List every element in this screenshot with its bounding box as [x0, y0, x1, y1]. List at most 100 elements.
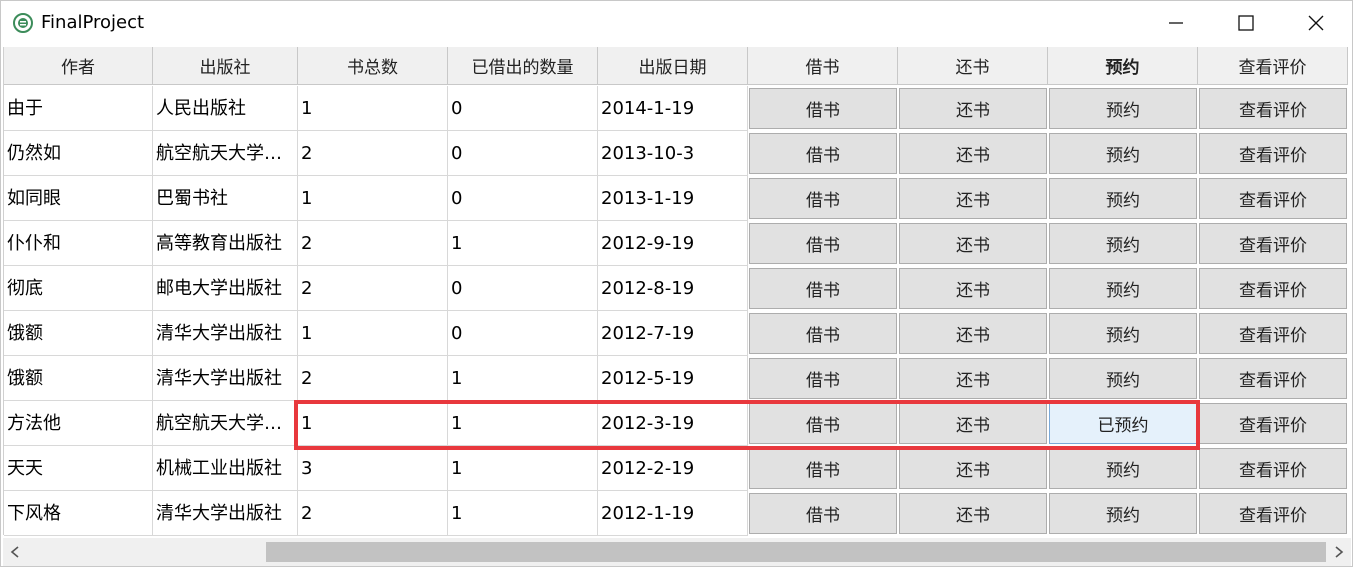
table-row[interactable]: 天天 机械工业出版社 3 1 2012-2-19 借书 还书 预约 查看评价 — [4, 446, 1352, 491]
date-cell[interactable]: 2012-1-19 — [598, 491, 748, 536]
borrow-button[interactable]: 借书 — [749, 178, 897, 219]
total-cell[interactable]: 1 — [298, 311, 448, 356]
date-cell[interactable]: 2012-5-19 — [598, 356, 748, 401]
reserve-button[interactable]: 预约 — [1049, 358, 1197, 399]
column-header-total[interactable]: 书总数 — [298, 47, 448, 85]
publisher-cell[interactable]: 巴蜀书社 — [153, 176, 298, 221]
borrow-button[interactable]: 借书 — [749, 493, 897, 534]
view-review-button[interactable]: 查看评价 — [1199, 178, 1347, 219]
scroll-left-button[interactable] — [3, 538, 27, 566]
view-review-button[interactable]: 查看评价 — [1199, 268, 1347, 309]
table-row[interactable]: 彻底 邮电大学出版社 2 0 2012-8-19 借书 还书 预约 查看评价 — [4, 266, 1352, 311]
total-cell[interactable]: 2 — [298, 491, 448, 536]
minimize-button[interactable] — [1141, 1, 1211, 45]
borrowed-cell[interactable]: 0 — [448, 131, 598, 176]
reserve-button[interactable]: 预约 — [1049, 493, 1197, 534]
author-cell[interactable]: 方法他 — [4, 401, 153, 446]
total-cell[interactable]: 1 — [298, 401, 448, 446]
total-cell[interactable]: 2 — [298, 266, 448, 311]
total-cell[interactable]: 2 — [298, 131, 448, 176]
date-cell[interactable]: 2012-8-19 — [598, 266, 748, 311]
author-cell[interactable]: 天天 — [4, 446, 153, 491]
table-row[interactable]: 饿额 清华大学出版社 1 0 2012-7-19 借书 还书 预约 查看评价 — [4, 311, 1352, 356]
view-review-button[interactable]: 查看评价 — [1199, 358, 1347, 399]
column-header-return[interactable]: 还书 — [898, 47, 1048, 85]
total-cell[interactable]: 1 — [298, 176, 448, 221]
author-cell[interactable]: 如同眼 — [4, 176, 153, 221]
publisher-cell[interactable]: 航空航天大学… — [153, 131, 298, 176]
return-button[interactable]: 还书 — [899, 493, 1047, 534]
date-cell[interactable]: 2012-3-19 — [598, 401, 748, 446]
close-button[interactable] — [1281, 1, 1351, 45]
reserve-button[interactable]: 预约 — [1049, 448, 1197, 489]
table-row[interactable]: 仍然如 航空航天大学… 2 0 2013-10-3 借书 还书 预约 查看评价 — [4, 131, 1352, 176]
view-review-button[interactable]: 查看评价 — [1199, 448, 1347, 489]
publisher-cell[interactable]: 清华大学出版社 — [153, 491, 298, 536]
maximize-button[interactable] — [1211, 1, 1281, 45]
horizontal-scrollbar[interactable] — [3, 538, 1351, 566]
borrow-button[interactable]: 借书 — [749, 313, 897, 354]
publisher-cell[interactable]: 清华大学出版社 — [153, 356, 298, 401]
scroll-right-button[interactable] — [1327, 538, 1351, 566]
table-row[interactable]: 由于 人民出版社 1 0 2014-1-19 借书 还书 预约 查看评价 — [4, 86, 1352, 131]
reserve-button[interactable]: 预约 — [1049, 178, 1197, 219]
borrow-button[interactable]: 借书 — [749, 133, 897, 174]
column-header-publisher[interactable]: 出版社 — [153, 47, 298, 85]
date-cell[interactable]: 2013-1-19 — [598, 176, 748, 221]
scrollbar-thumb[interactable] — [266, 542, 1326, 562]
borrowed-cell[interactable]: 0 — [448, 176, 598, 221]
date-cell[interactable]: 2014-1-19 — [598, 86, 748, 131]
column-header-date[interactable]: 出版日期 — [598, 47, 748, 85]
reserved-button[interactable]: 已预约 — [1049, 403, 1197, 444]
return-button[interactable]: 还书 — [899, 223, 1047, 264]
date-cell[interactable]: 2012-2-19 — [598, 446, 748, 491]
return-button[interactable]: 还书 — [899, 448, 1047, 489]
author-cell[interactable]: 仆仆和 — [4, 221, 153, 266]
total-cell[interactable]: 1 — [298, 86, 448, 131]
return-button[interactable]: 还书 — [899, 403, 1047, 444]
author-cell[interactable]: 由于 — [4, 86, 153, 131]
borrow-button[interactable]: 借书 — [749, 223, 897, 264]
view-review-button[interactable]: 查看评价 — [1199, 493, 1347, 534]
borrowed-cell[interactable]: 0 — [448, 266, 598, 311]
borrowed-cell[interactable]: 0 — [448, 311, 598, 356]
view-review-button[interactable]: 查看评价 — [1199, 403, 1347, 444]
table-row[interactable]: 饿额 清华大学出版社 2 1 2012-5-19 借书 还书 预约 查看评价 — [4, 356, 1352, 401]
table-row[interactable]: 下风格 清华大学出版社 2 1 2012-1-19 借书 还书 预约 查看评价 — [4, 491, 1352, 536]
borrow-button[interactable]: 借书 — [749, 88, 897, 129]
borrowed-cell[interactable]: 1 — [448, 356, 598, 401]
return-button[interactable]: 还书 — [899, 133, 1047, 174]
table-row[interactable]: 如同眼 巴蜀书社 1 0 2013-1-19 借书 还书 预约 查看评价 — [4, 176, 1352, 221]
author-cell[interactable]: 饿额 — [4, 311, 153, 356]
reserve-button[interactable]: 预约 — [1049, 223, 1197, 264]
column-header-borrowed[interactable]: 已借出的数量 — [448, 47, 598, 85]
date-cell[interactable]: 2012-9-19 — [598, 221, 748, 266]
date-cell[interactable]: 2012-7-19 — [598, 311, 748, 356]
view-review-button[interactable]: 查看评价 — [1199, 313, 1347, 354]
return-button[interactable]: 还书 — [899, 268, 1047, 309]
publisher-cell[interactable]: 航空航天大学… — [153, 401, 298, 446]
total-cell[interactable]: 2 — [298, 221, 448, 266]
column-header-reserve[interactable]: 预约 — [1048, 47, 1198, 85]
column-header-author[interactable]: 作者 — [4, 47, 153, 85]
reserve-button[interactable]: 预约 — [1049, 268, 1197, 309]
borrow-button[interactable]: 借书 — [749, 268, 897, 309]
publisher-cell[interactable]: 人民出版社 — [153, 86, 298, 131]
view-review-button[interactable]: 查看评价 — [1199, 223, 1347, 264]
borrowed-cell[interactable]: 1 — [448, 491, 598, 536]
author-cell[interactable]: 彻底 — [4, 266, 153, 311]
borrow-button[interactable]: 借书 — [749, 403, 897, 444]
borrowed-cell[interactable]: 1 — [448, 401, 598, 446]
total-cell[interactable]: 2 — [298, 356, 448, 401]
column-header-borrow[interactable]: 借书 — [748, 47, 898, 85]
borrowed-cell[interactable]: 1 — [448, 221, 598, 266]
publisher-cell[interactable]: 机械工业出版社 — [153, 446, 298, 491]
reserve-button[interactable]: 预约 — [1049, 313, 1197, 354]
return-button[interactable]: 还书 — [899, 358, 1047, 399]
view-review-button[interactable]: 查看评价 — [1199, 133, 1347, 174]
author-cell[interactable]: 仍然如 — [4, 131, 153, 176]
return-button[interactable]: 还书 — [899, 88, 1047, 129]
title-bar[interactable]: FinalProject — [1, 1, 1352, 45]
publisher-cell[interactable]: 清华大学出版社 — [153, 311, 298, 356]
borrowed-cell[interactable]: 1 — [448, 446, 598, 491]
